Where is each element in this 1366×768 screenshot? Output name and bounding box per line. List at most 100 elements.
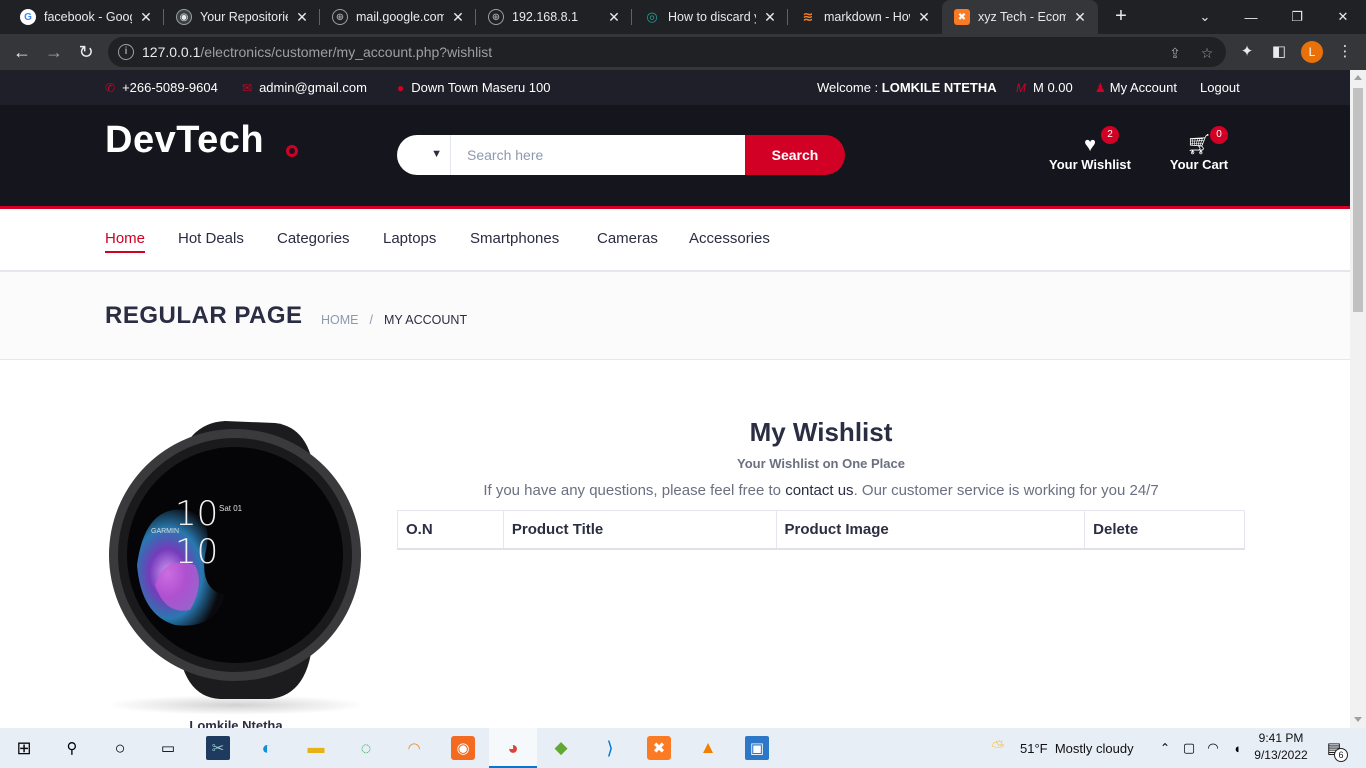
my-account-link[interactable]: ♟ My Account	[1095, 80, 1177, 95]
new-tab-button[interactable]: +	[1109, 4, 1133, 28]
close-tab-icon[interactable]: ✕	[450, 9, 466, 26]
address-bar[interactable]: i 127.0.0.1/electronics/customer/my_acco…	[108, 37, 1226, 67]
url-path: /electronics/customer/my_account.php?wis…	[200, 44, 493, 60]
photos-icon[interactable]: ▣	[745, 736, 769, 760]
nav-accessories[interactable]: Accessories	[689, 230, 770, 247]
search-button[interactable]: Search	[745, 135, 845, 175]
side-panel-icon[interactable]: ◧	[1269, 42, 1289, 62]
cart-link[interactable]: 🛒︎ 0 Your Cart	[1149, 126, 1249, 172]
close-tab-icon[interactable]: ✕	[762, 9, 778, 26]
meet-now-icon[interactable]: ▢	[1177, 736, 1201, 760]
close-window-icon[interactable]: ✕	[1320, 0, 1366, 34]
cart-count-badge: 0	[1210, 126, 1228, 144]
cortana-icon[interactable]: ○	[108, 736, 132, 760]
snipping-tool-icon[interactable]: ✂	[206, 736, 230, 760]
file-explorer-icon[interactable]: ▬	[304, 736, 328, 760]
tab-title: How to discard y	[668, 10, 756, 24]
minimize-icon[interactable]: —	[1228, 0, 1274, 34]
url-text[interactable]: 127.0.0.1/electronics/customer/my_accoun…	[142, 44, 492, 60]
nav-categories[interactable]: Categories	[277, 230, 350, 247]
share-icon[interactable]: ⇪	[1166, 44, 1184, 62]
vscode-icon[interactable]: ⟩	[598, 736, 622, 760]
tab-search-icon[interactable]: ⌄	[1182, 0, 1228, 34]
nav-hot-deals[interactable]: Hot Deals	[178, 230, 244, 247]
windows-taskbar: ⊞ ⚲ ○ ▭ ✂ ◐ ▬ ◌ ◠ ◉ ◕ ◆ ⟩ ✖ ▲ ▣ ⛅︎ 51°F …	[0, 728, 1366, 768]
nav-smartphones[interactable]: Smartphones	[470, 230, 559, 247]
tray-chevron-up-icon[interactable]: ⌃	[1153, 736, 1177, 760]
close-tab-icon[interactable]: ✕	[138, 9, 154, 26]
header-address[interactable]: ● Down Town Maseru 100	[397, 80, 550, 95]
close-tab-icon[interactable]: ✕	[1072, 9, 1088, 26]
balance-link[interactable]: M M 0.00	[1016, 80, 1073, 95]
sync-app-icon[interactable]: ◌	[354, 736, 378, 760]
logout-link[interactable]: Logout	[1200, 80, 1240, 95]
reload-icon[interactable]: ↻	[72, 38, 100, 66]
weather-cloudy-icon[interactable]: ⛅︎	[986, 736, 1010, 760]
search-icon[interactable]: ⚲	[60, 736, 84, 760]
site-logo[interactable]: DevTech	[105, 119, 264, 162]
github-icon: ◉	[176, 9, 192, 25]
nav-home[interactable]: Home	[105, 230, 146, 253]
close-tab-icon[interactable]: ✕	[606, 9, 622, 26]
logo-dot-icon	[286, 145, 298, 157]
watch-minute-text: 10	[175, 532, 218, 572]
windows-start-icon[interactable]: ⊞	[12, 736, 36, 760]
close-tab-icon[interactable]: ✕	[294, 9, 310, 26]
chrome-icon[interactable]: ◕	[501, 736, 525, 760]
column-header-product-image: Product Image	[775, 510, 1086, 550]
heart-icon: ♥	[1084, 134, 1096, 156]
bluestacks-icon[interactable]: ◆	[549, 736, 573, 760]
nav-laptops[interactable]: Laptops	[383, 230, 436, 247]
weather-desc: Mostly cloudy	[1054, 741, 1134, 756]
weather-widget[interactable]: 51°F Mostly cloudy	[1020, 741, 1134, 756]
breadcrumb-current: MY ACCOUNT	[383, 313, 468, 327]
scrollbar-thumb[interactable]	[1353, 88, 1363, 312]
breadcrumb-home-link[interactable]: HOME	[321, 313, 359, 327]
profile-name: Lomkile Ntetha	[189, 718, 283, 728]
task-view-icon[interactable]: ▭	[156, 736, 180, 760]
edge-icon[interactable]: ◐	[255, 736, 279, 760]
globe-icon: ⊕	[332, 9, 348, 25]
jupyter-icon[interactable]: ◠	[402, 736, 426, 760]
browser-tab-3[interactable]: ⊕ mail.google.com ✕	[320, 0, 476, 34]
browser-tab-active[interactable]: ✖ xyz Tech - Ecomm ✕	[942, 0, 1098, 34]
wishlist-count-badge: 2	[1101, 126, 1119, 144]
page-scrollbar[interactable]	[1350, 70, 1366, 728]
forward-icon[interactable]: →	[40, 38, 68, 66]
wishlist-link[interactable]: ♥ 2 Your Wishlist	[1040, 126, 1140, 172]
nav-cameras[interactable]: Cameras	[597, 230, 658, 247]
header-email[interactable]: ✉ admin@gmail.com	[242, 80, 367, 95]
search-input[interactable]	[451, 135, 745, 175]
browser-tab-6[interactable]: ≋ markdown - How ✕	[788, 0, 942, 34]
browser-tab-2[interactable]: ◉ Your Repositories ✕	[164, 0, 320, 34]
globe-icon: ⊕	[488, 9, 504, 25]
scroll-down-icon[interactable]	[1354, 717, 1362, 722]
weather-temp: 51°F	[1020, 741, 1048, 756]
xampp-icon[interactable]: ✖	[647, 736, 671, 760]
scroll-up-icon[interactable]	[1354, 75, 1362, 80]
profile-avatar[interactable]: L	[1301, 41, 1323, 63]
category-select[interactable]: ▼	[397, 135, 451, 175]
clock-time[interactable]: 9:41 PM	[1256, 731, 1306, 745]
contact-us-link[interactable]: contact us	[785, 482, 853, 499]
browser-menu-icon[interactable]: ⋮	[1335, 42, 1355, 62]
bookmark-star-icon[interactable]: ☆	[1198, 44, 1216, 62]
welcome-prefix: Welcome :	[817, 80, 882, 95]
browser-tab-strip: G facebook - Googl ✕ ◉ Your Repositories…	[0, 0, 1366, 34]
page-title: REGULAR PAGE	[105, 302, 303, 329]
browser-tab-4[interactable]: ⊕ 192.168.8.1 ✕	[476, 0, 632, 34]
ubuntu-icon[interactable]: ◉	[451, 736, 475, 760]
browser-tab-5[interactable]: ◎ How to discard y ✕	[632, 0, 788, 34]
back-icon[interactable]: ←	[8, 38, 36, 66]
wifi-icon[interactable]: ◠	[1201, 736, 1225, 760]
site-info-icon[interactable]: i	[118, 44, 134, 60]
header-phone[interactable]: ✆ +266-5089-9604	[105, 80, 218, 95]
wishlist-label: Your Wishlist	[1049, 157, 1131, 172]
browser-tab-1[interactable]: G facebook - Googl ✕	[8, 0, 164, 34]
close-tab-icon[interactable]: ✕	[916, 9, 932, 26]
vlc-icon[interactable]: ▲	[696, 736, 720, 760]
extensions-icon[interactable]: ✦	[1237, 42, 1257, 62]
clock-date[interactable]: 9/13/2022	[1252, 748, 1310, 762]
volume-icon[interactable]: ◖	[1225, 736, 1249, 760]
restore-icon[interactable]: ❐	[1274, 0, 1320, 34]
